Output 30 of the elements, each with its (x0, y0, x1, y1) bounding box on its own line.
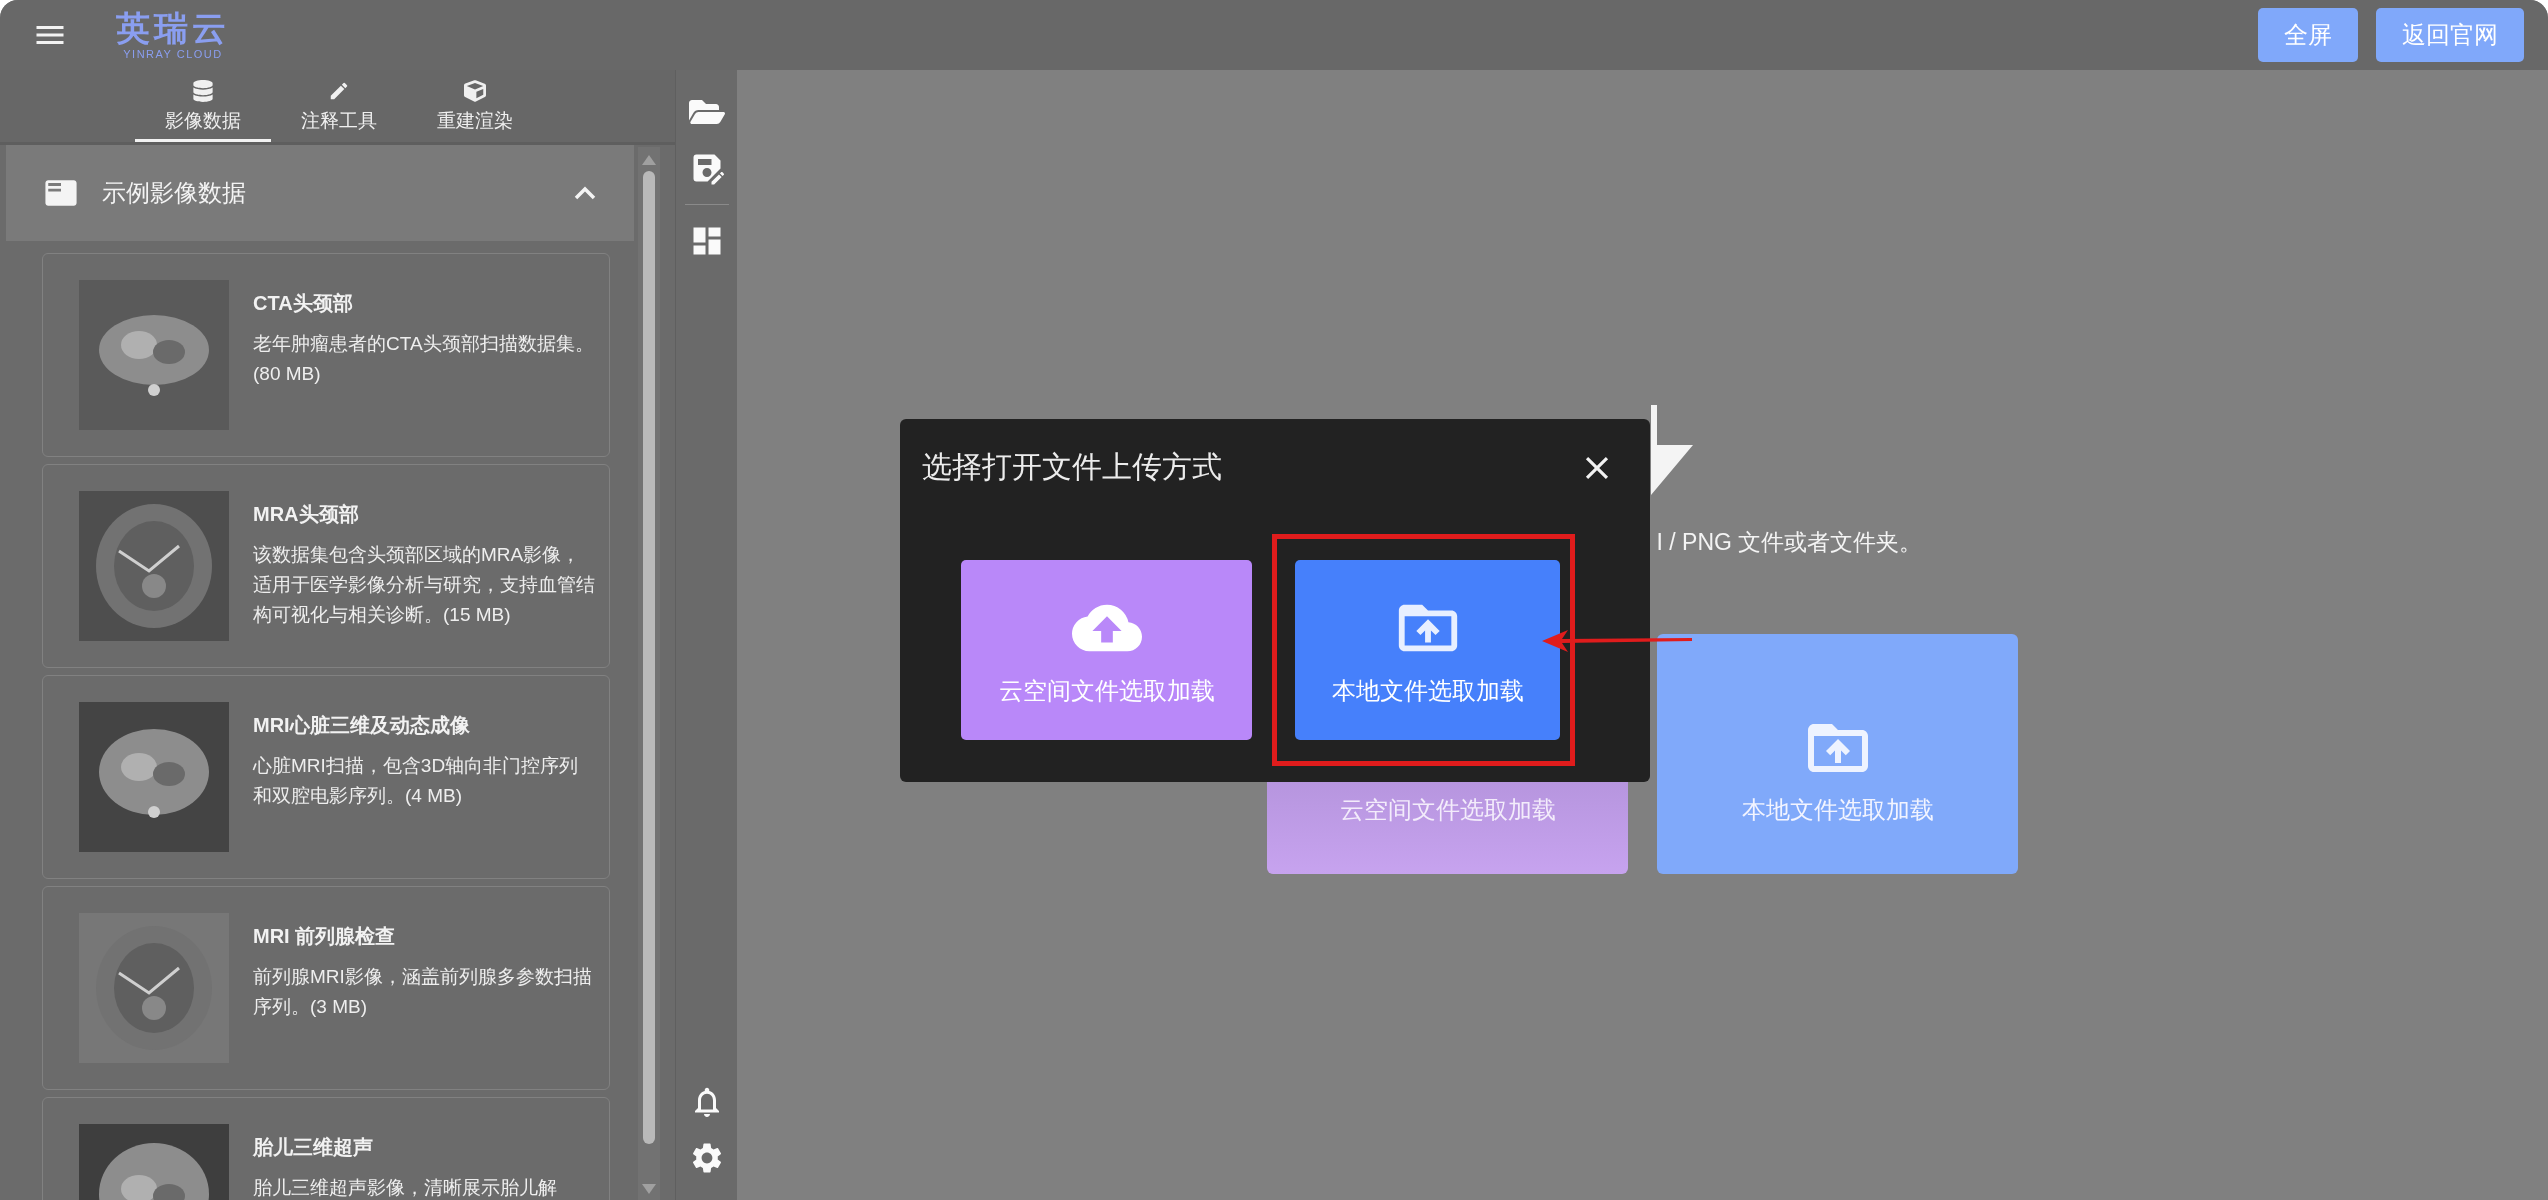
dataset-description: 胎儿三维超声影像，清晰展示胎儿解 (253, 1176, 557, 1200)
sidebar-tab[interactable]: 影像数据 (135, 70, 271, 142)
cube-icon (464, 79, 486, 102)
dataset-card[interactable]: MRI心脏三维及动态成像 心脏MRI扫描，包含3D轴向非门控序列和双腔电影序列。(4 MB) (42, 675, 610, 879)
logo-name: 英瑞云 (116, 9, 230, 47)
dataset-description: 老年肿瘤患者的CTA头颈部扫描数据集。(80 MB) (253, 332, 595, 386)
dataset-description: 心脏MRI扫描，包含3D轴向非门控序列和双腔电影序列。(4 MB) (253, 754, 580, 808)
scroll-thumb[interactable] (643, 171, 655, 1144)
dataset-title: MRI 前列腺检查 (253, 924, 397, 949)
dataset-card[interactable]: 胎儿三维超声 胎儿三维超声影像，清晰展示胎儿解 (42, 1097, 610, 1200)
logo-subtitle: YINRAY CLOUD (123, 47, 223, 61)
scrollbar[interactable] (638, 147, 660, 1200)
dataset-title: 胎儿三维超声 (253, 1135, 374, 1160)
dataset-title: MRA头颈部 (253, 502, 360, 527)
section-header[interactable]: 示例影像数据 (6, 145, 634, 241)
upload-hint: I / PNG 文件或者文件夹。 (1656, 529, 1923, 555)
sidebar-tab[interactable]: 注释工具 (271, 70, 407, 142)
database-icon (192, 79, 214, 102)
dataset-card[interactable]: MRA头颈部 该数据集包含头颈部区域的MRA影像，适用于医学影像分析与研究，支持血管结构可视化与相关诊断。(15 MB) (42, 464, 610, 668)
dataset-title: MRI心脏三维及动态成像 (253, 713, 471, 738)
dataset-card[interactable]: CTA头颈部 老年肿瘤患者的CTA头颈部扫描数据集。(80 MB) (42, 253, 610, 457)
dataset-title: CTA头颈部 (253, 291, 354, 316)
upload-option-button[interactable]: 本地文件选取加载 (1295, 560, 1560, 740)
arrow-head-icon (1650, 405, 1693, 495)
dataset-description: 前列腺MRI影像，涵盖前列腺多参数扫描序列。(3 MB) (253, 965, 593, 1019)
dataset-description: 该数据集包含头颈部区域的MRA影像，适用于医学影像分析与研究，支持血管结构可视化与相关诊断。(15 MB) (253, 543, 595, 627)
dialog-title: 选择打开文件上传方式 (922, 449, 1222, 485)
dataset-card[interactable]: MRI 前列腺检查 前列腺MRI影像，涵盖前列腺多参数扫描序列。(3 MB) (42, 886, 610, 1090)
sidebar-tab[interactable]: 重建渲染 (407, 70, 543, 142)
upload-option-button[interactable]: 云空间文件选取加载 (961, 560, 1252, 740)
